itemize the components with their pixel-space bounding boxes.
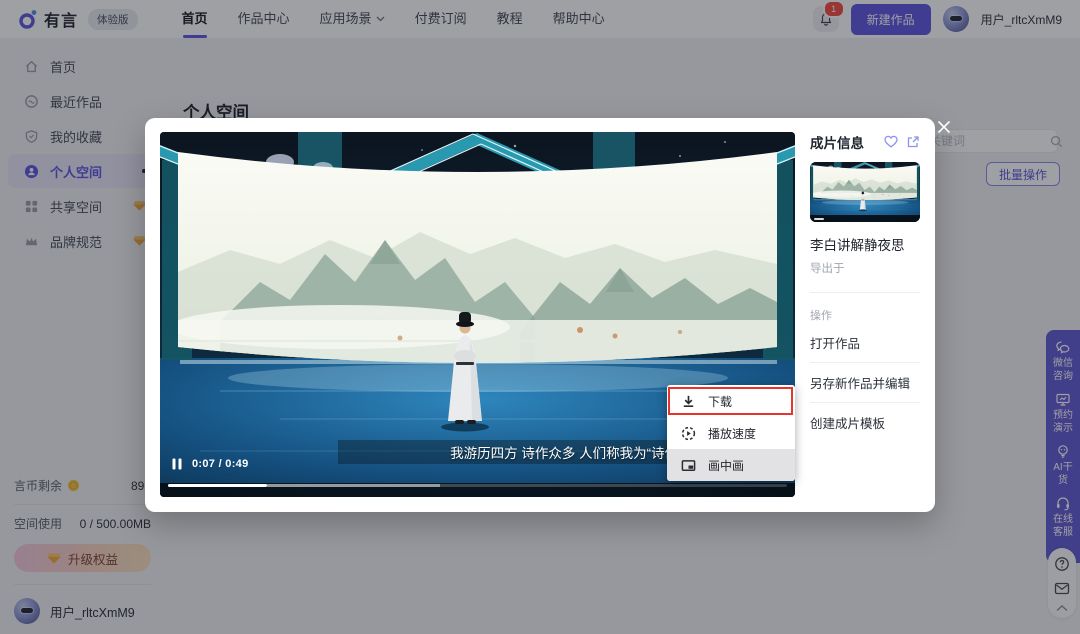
progress-played — [168, 484, 267, 487]
divider — [810, 292, 920, 293]
thumbnail-controls-strip — [810, 215, 920, 222]
video-info-panel: 成片信息 李白讲解静夜思 导出于 操作 打开作品 另存新作品并编辑 — [810, 132, 920, 442]
playback-speed-icon — [681, 426, 696, 441]
download-icon — [681, 394, 696, 409]
close-modal-button[interactable] — [936, 119, 954, 137]
exported-label: 导出于 — [810, 260, 920, 276]
player-controls: 0:07 / 0:49 — [172, 458, 249, 470]
create-template-action[interactable]: 创建成片模板 — [810, 403, 920, 442]
subtitle-text: 我游历四方 诗作众多 人们称我为“诗仙” — [450, 442, 683, 462]
save-as-new-work-action[interactable]: 另存新作品并编辑 — [810, 363, 920, 403]
share-icon[interactable] — [906, 135, 920, 149]
video-title: 李白讲解静夜思 — [810, 234, 920, 254]
progress-bar[interactable] — [168, 484, 787, 487]
context-menu-download[interactable]: 下载 — [667, 385, 795, 417]
favorite-heart-icon[interactable] — [884, 135, 898, 149]
pip-icon — [681, 458, 696, 473]
context-menu-playback-speed[interactable]: 播放速度 — [667, 417, 795, 449]
info-panel-title: 成片信息 — [810, 132, 864, 152]
app-root: 有言 体验版 首页 作品中心 应用场景 付费订阅 教程 帮助中心 1 新建作品 — [0, 0, 1080, 634]
video-context-menu: 下载 播放速度 画中画 — [667, 385, 795, 481]
operations-label: 操作 — [810, 307, 920, 323]
video-preview-modal: 我游历四方 诗作众多 人们称我为“诗仙” 0:07 / 0:49 成片信息 — [145, 118, 935, 512]
progress-buffered — [267, 484, 440, 487]
pause-button[interactable] — [172, 458, 182, 470]
context-menu-picture-in-picture[interactable]: 画中画 — [667, 449, 795, 481]
video-thumbnail[interactable] — [810, 162, 920, 222]
time-display: 0:07 / 0:49 — [192, 458, 249, 470]
open-work-action[interactable]: 打开作品 — [810, 323, 920, 363]
player-bottom-bar — [160, 483, 795, 497]
